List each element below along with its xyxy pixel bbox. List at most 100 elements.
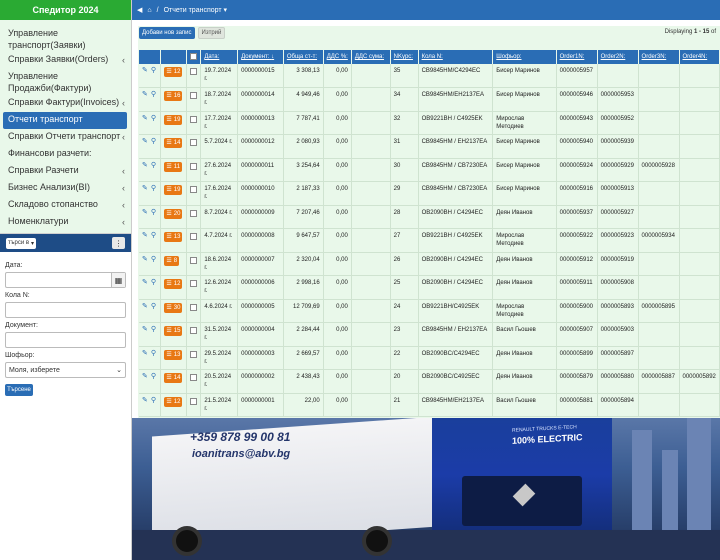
home-icon[interactable]: ⌂ [147, 7, 151, 14]
cell-driver: Васил Гьошев [492, 393, 557, 417]
header-total[interactable]: Обща ст-т: [283, 50, 324, 64]
menu-item[interactable]: Справки Фактури(Invoices) ‹ [0, 95, 131, 112]
view-icon[interactable]: ⚲ [151, 256, 156, 264]
car-input[interactable] [5, 302, 126, 318]
view-icon[interactable]: ⚲ [151, 185, 156, 193]
row-checkbox[interactable] [190, 209, 198, 217]
edit-icon[interactable]: ✎ [142, 303, 148, 311]
row-checkbox[interactable] [190, 256, 198, 264]
row-count-badge[interactable]: ☰ 30 [164, 302, 183, 313]
edit-icon[interactable]: ✎ [142, 256, 148, 264]
select-all-checkbox[interactable] [190, 53, 198, 60]
row-count-badge[interactable]: ☰ 12 [164, 67, 183, 77]
row-count-badge[interactable]: ☰ 12 [164, 279, 183, 289]
header-select-all[interactable] [186, 50, 202, 64]
row-count-badge[interactable]: ☰ 15 [164, 326, 183, 336]
row-count-badge[interactable]: ☰ 11 [164, 161, 183, 172]
row-count-badge[interactable]: ☰ 19 [164, 114, 183, 125]
edit-icon[interactable]: ✎ [142, 209, 148, 217]
document-input[interactable] [5, 332, 126, 348]
row-checkbox[interactable] [190, 280, 198, 287]
header-order3[interactable]: Order3N: [638, 50, 680, 64]
view-icon[interactable]: ⚲ [151, 91, 156, 99]
row-checkbox[interactable] [190, 162, 198, 170]
row-count-badge[interactable]: ☰ 19 [164, 185, 183, 195]
view-icon[interactable]: ⚲ [151, 115, 156, 123]
header-car[interactable]: Кола N: [418, 50, 494, 64]
row-checkbox[interactable] [190, 186, 198, 193]
edit-icon[interactable]: ✎ [142, 373, 148, 381]
row-count-badge[interactable]: ☰ 12 [164, 396, 183, 407]
row-checkbox[interactable] [190, 374, 198, 381]
breadcrumb[interactable]: Отчети транспорт ▾ [164, 6, 227, 14]
calendar-icon[interactable]: ▦ [111, 273, 125, 287]
edit-icon[interactable]: ✎ [142, 185, 148, 193]
menu-item[interactable]: Справки Разчети ‹ [0, 163, 131, 180]
cell-driver: Бисер Маринов [492, 181, 557, 206]
header-order2[interactable]: Order2N: [597, 50, 639, 64]
header-vat-percent[interactable]: ДДС %: [323, 50, 352, 64]
row-checkbox[interactable] [190, 350, 198, 358]
more-options-button[interactable]: ⋮ [112, 237, 125, 249]
header-vat-sum[interactable]: ДДС сума: [351, 50, 391, 64]
view-icon[interactable]: ⚲ [151, 232, 156, 240]
row-checkbox[interactable] [190, 327, 198, 334]
add-record-button[interactable]: Добави нов запис [139, 27, 195, 39]
menu-item[interactable]: Номенклатури ‹ [0, 214, 131, 231]
edit-icon[interactable]: ✎ [142, 91, 148, 99]
edit-icon[interactable]: ✎ [142, 350, 148, 358]
header-order4[interactable]: Order4N: [679, 50, 720, 64]
edit-icon[interactable]: ✎ [142, 138, 148, 146]
menu-item[interactable]: Справки Отчети транспорт ‹ [0, 129, 131, 146]
view-icon[interactable]: ⚲ [151, 279, 156, 287]
row-count-badge[interactable]: ☰ 13 [164, 349, 183, 360]
view-icon[interactable]: ⚲ [151, 373, 156, 381]
row-checkbox[interactable] [190, 233, 198, 240]
row-count-badge[interactable]: ☰ 20 [164, 208, 183, 219]
date-input[interactable]: ▦ [5, 272, 126, 288]
row-count-badge[interactable]: ☰ 14 [164, 138, 183, 148]
header-document[interactable]: Документ: ↓ [237, 50, 284, 64]
header-date[interactable]: Дата: [200, 50, 239, 64]
menu-item[interactable]: Справки Заявки(Orders) ‹ [0, 52, 131, 69]
search-button[interactable]: Търсене [5, 384, 33, 396]
menu-item[interactable]: Управление Продажби(Фактури) [0, 69, 131, 95]
menu-item[interactable]: Бизнес Анализи(BI) ‹ [0, 180, 131, 197]
row-checkbox[interactable] [190, 115, 198, 123]
view-icon[interactable]: ⚲ [151, 138, 156, 146]
edit-icon[interactable]: ✎ [142, 232, 148, 240]
row-count-badge[interactable]: ☰ 13 [164, 232, 183, 242]
edit-icon[interactable]: ✎ [142, 162, 148, 170]
back-icon[interactable]: ◀ [137, 6, 142, 14]
header-order1[interactable]: Order1N: [556, 50, 598, 64]
view-icon[interactable]: ⚲ [151, 397, 156, 405]
row-count-badge[interactable]: ☰ 16 [164, 91, 183, 101]
view-icon[interactable]: ⚲ [151, 350, 156, 358]
edit-icon[interactable]: ✎ [142, 326, 148, 334]
row-checkbox[interactable] [190, 68, 198, 75]
row-checkbox[interactable] [190, 139, 198, 146]
search-in-select[interactable]: търси в ▾ [6, 237, 36, 249]
view-icon[interactable]: ⚲ [151, 67, 156, 75]
edit-icon[interactable]: ✎ [142, 279, 148, 287]
header-nkurs[interactable]: NKурс: [390, 50, 419, 64]
edit-icon[interactable]: ✎ [142, 67, 148, 75]
row-checkbox[interactable] [190, 92, 198, 99]
menu-item[interactable]: Отчети транспорт [3, 112, 127, 129]
view-icon[interactable]: ⚲ [151, 326, 156, 334]
menu-item[interactable]: Складово стопанство ‹ [0, 197, 131, 214]
header-driver[interactable]: Шофьор: [492, 50, 557, 64]
row-checkbox[interactable] [190, 397, 198, 405]
edit-icon[interactable]: ✎ [142, 397, 148, 405]
view-icon[interactable]: ⚲ [151, 162, 156, 170]
delete-button[interactable]: Изтрий [197, 27, 226, 39]
edit-icon[interactable]: ✎ [142, 115, 148, 123]
row-count-badge[interactable]: ☰ 14 [164, 373, 183, 383]
view-icon[interactable]: ⚲ [151, 209, 156, 217]
row-count-badge[interactable]: ☰ 8 [164, 255, 180, 266]
view-icon[interactable]: ⚲ [151, 303, 156, 311]
menu-item[interactable]: Финансови разчети: [0, 146, 131, 163]
driver-select[interactable]: Моля, изберете ⌄ [5, 362, 126, 378]
row-checkbox[interactable] [190, 303, 198, 311]
menu-item[interactable]: Управление транспорт(Заявки) [0, 26, 131, 52]
